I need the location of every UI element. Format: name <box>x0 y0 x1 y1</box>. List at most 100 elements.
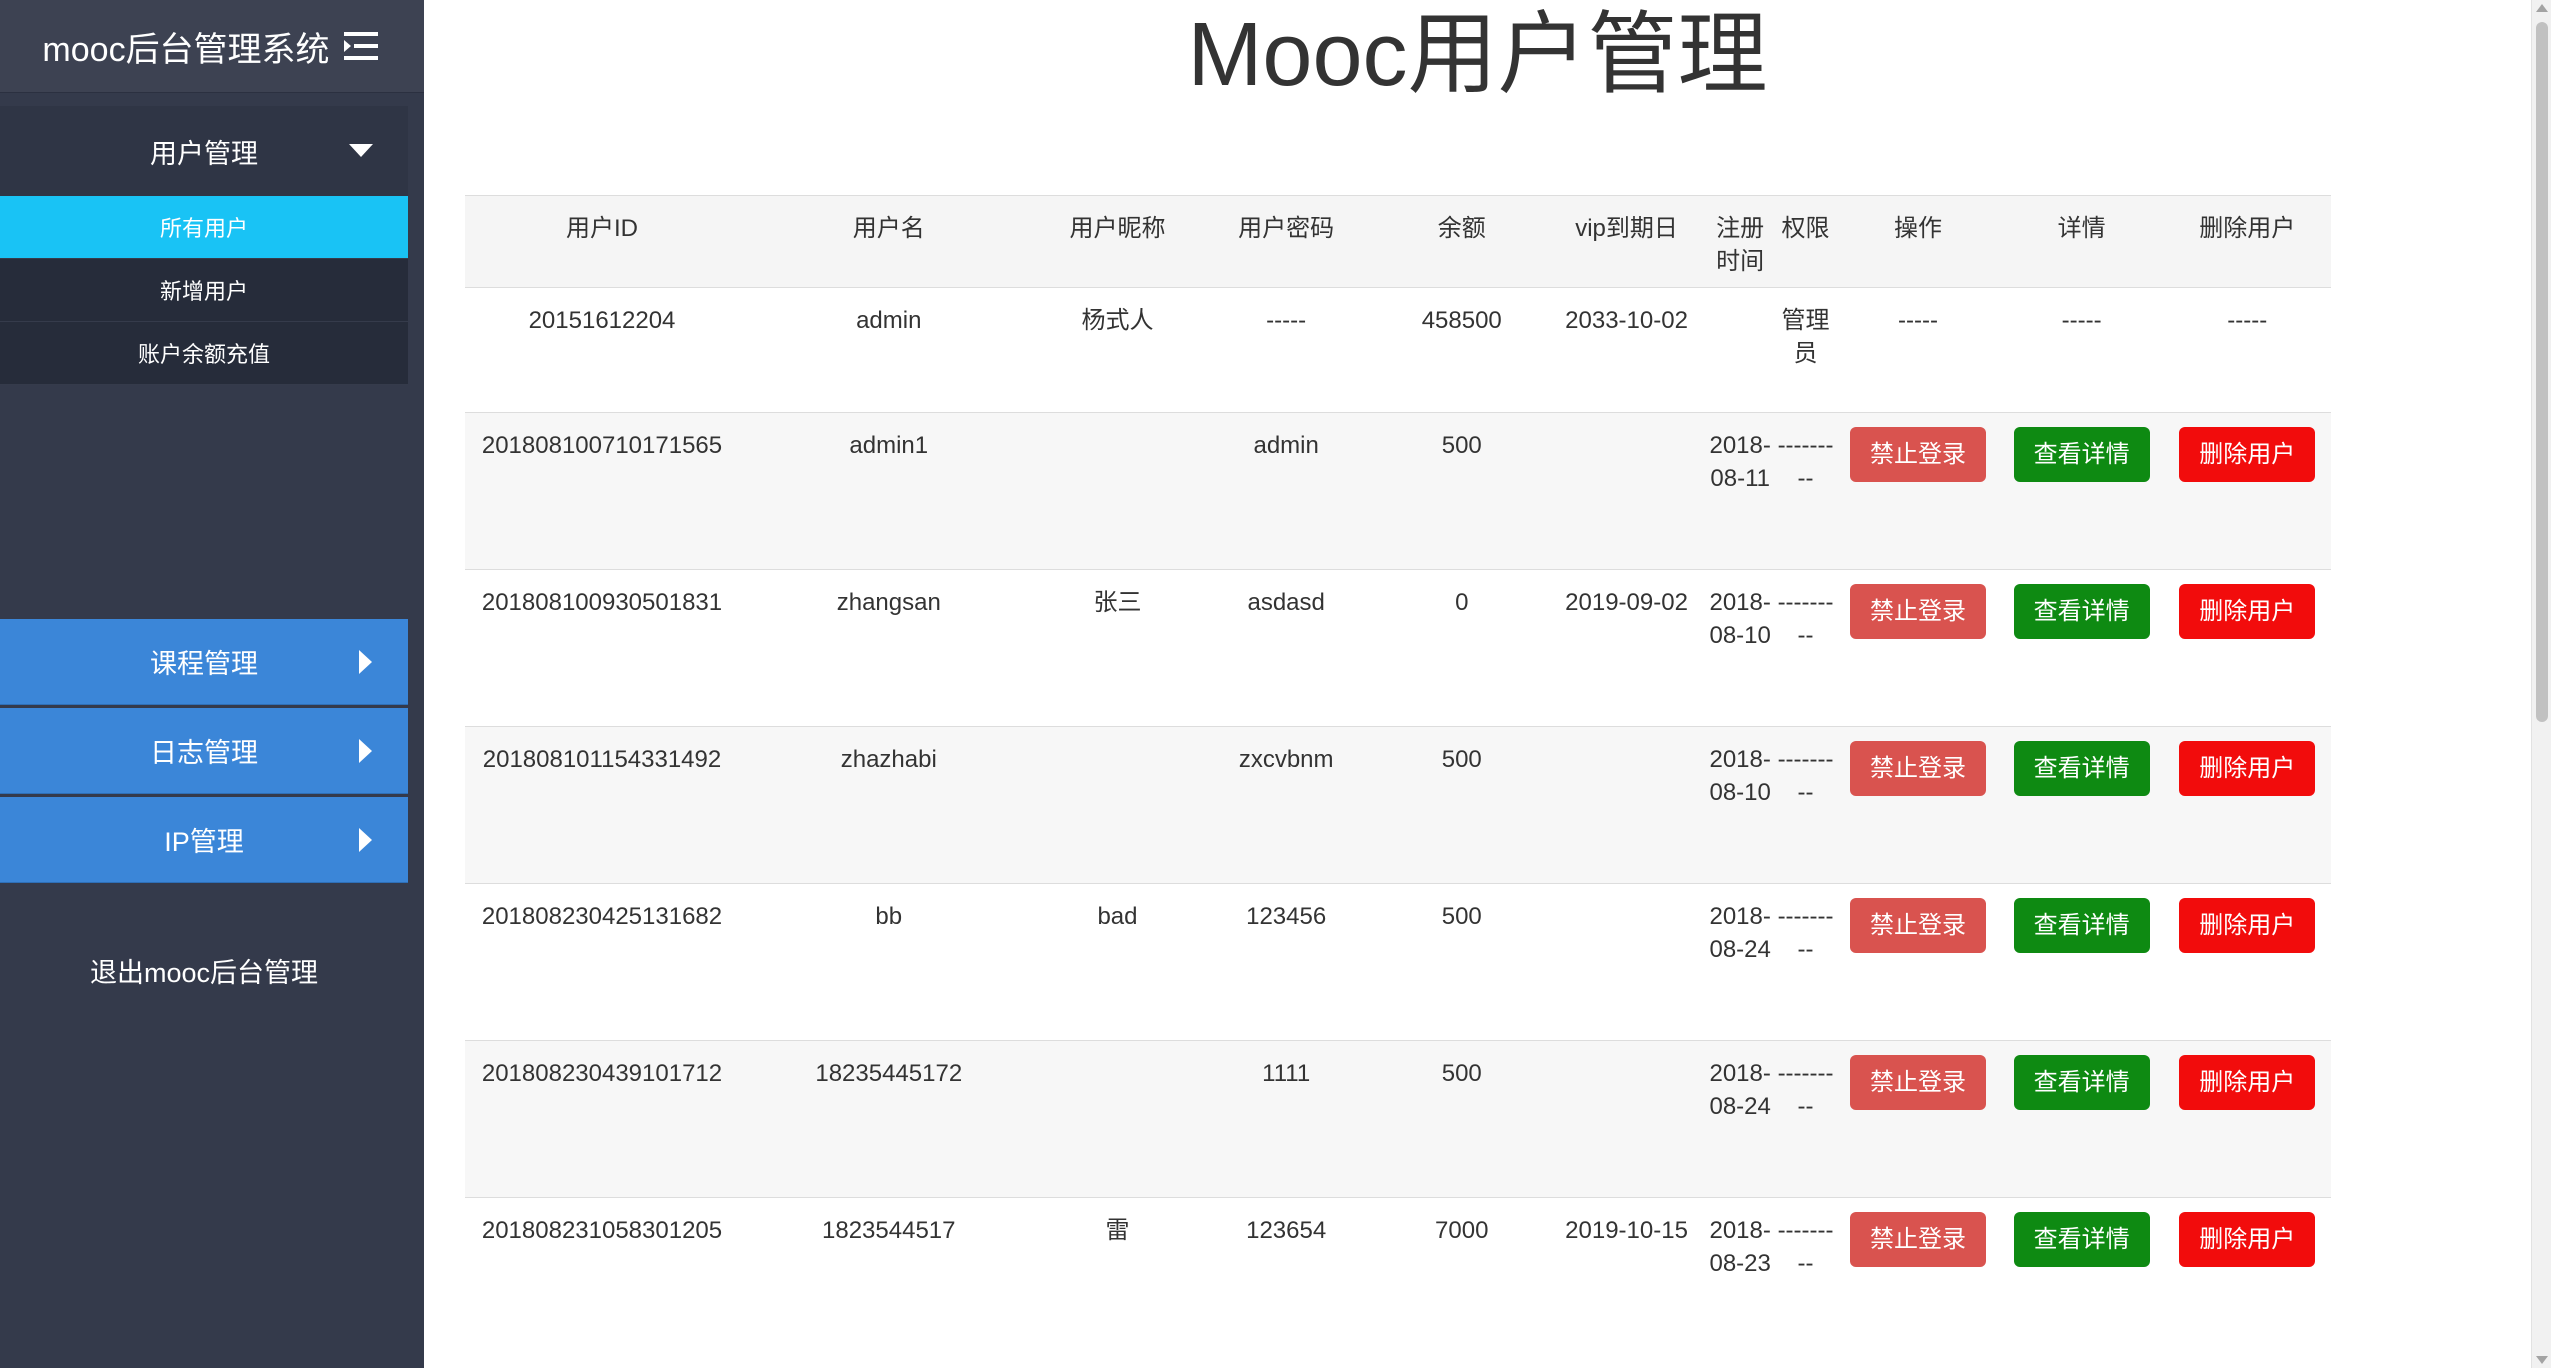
cell-action: 删除用户 <box>2163 412 2331 570</box>
view-detail-button[interactable]: 查看详情 <box>2013 898 2150 953</box>
cell-role: --------- <box>1774 569 1837 727</box>
cell-balance: 0 <box>1375 569 1548 727</box>
table-row: 201808100710171565 admin1 admin 500 2018-08-… <box>465 412 2331 570</box>
cell-register-time: 2018-08-23 <box>1705 1197 1775 1355</box>
cell-action: 查看详情 <box>1999 1040 2164 1198</box>
delete-user-button[interactable]: 删除用户 <box>2179 427 2316 482</box>
cell-action: 删除用户 <box>2163 1040 2331 1198</box>
cell-id: 201808101154331492 <box>465 726 739 884</box>
cell-balance: 7000 <box>1375 1197 1548 1355</box>
caret-right-icon <box>359 827 372 852</box>
cell-username: zhazhabi <box>738 726 1039 884</box>
cell-action: 删除用户 <box>2163 1197 2331 1355</box>
scrollbar-thumb[interactable] <box>2536 22 2548 722</box>
menu-course-management[interactable]: 课程管理 <box>0 619 408 705</box>
cell-vip-expiry <box>1547 883 1706 1041</box>
cell-action: 禁止登录 <box>1836 1197 2000 1355</box>
view-detail-button[interactable]: 查看详情 <box>2013 1055 2150 1110</box>
cell-username: admin1 <box>738 412 1039 570</box>
sidebar-item-recharge[interactable]: 账户余额充值 <box>0 322 408 385</box>
sidebar: mooc后台管理系统 用户管理 所有用户 新增用户 账户余额充值 课程管理 日志… <box>0 0 424 1368</box>
cell-delete: ----- <box>2163 287 2331 413</box>
cell-vip-expiry: 2019-09-02 <box>1547 569 1706 727</box>
cell-action: 删除用户 <box>2163 569 2331 727</box>
menu-log-management[interactable]: 日志管理 <box>0 708 408 794</box>
cell-balance: 500 <box>1375 1040 1548 1198</box>
cell-nickname <box>1038 412 1197 570</box>
ban-login-button[interactable]: 禁止登录 <box>1850 584 1987 639</box>
sidebar-item-add-user-label: 新增用户 <box>159 279 248 304</box>
delete-user-button[interactable]: 删除用户 <box>2179 584 2316 639</box>
table-row: 201808100930501831 zhangsan 张三 asdasd 0 2019-… <box>465 569 2331 727</box>
caret-right-icon <box>359 738 372 763</box>
delete-user-button[interactable]: 删除用户 <box>2179 1055 2316 1110</box>
caret-down-icon <box>349 144 373 157</box>
table-row: 201808230439101712 18235445172 1111 500 2018… <box>465 1040 2331 1198</box>
cell-password: ----- <box>1196 287 1376 413</box>
cell-vip-expiry <box>1547 1040 1706 1198</box>
view-detail-button[interactable]: 查看详情 <box>2013 427 2150 482</box>
vertical-scrollbar[interactable] <box>2531 0 2551 1368</box>
table-row-admin: 20151612204 admin 杨式人 ----- 458500 2033-… <box>465 287 2331 413</box>
col-header-detail: 详情 <box>1999 195 2164 288</box>
cell-vip-expiry <box>1547 726 1706 884</box>
col-header-register-time: 注册时间 <box>1705 195 1775 288</box>
menu-course-management-label: 课程管理 <box>150 649 258 679</box>
sidebar-item-add-user[interactable]: 新增用户 <box>0 259 408 322</box>
cell-role: --------- <box>1774 412 1837 570</box>
menu-ip-management[interactable]: IP管理 <box>0 797 408 883</box>
table-row: 201808230425131682 bb bad 123456 500 2018-08-… <box>465 883 2331 1041</box>
ban-login-button[interactable]: 禁止登录 <box>1850 898 1987 953</box>
cell-register-time: 2018-08-24 <box>1705 1040 1775 1198</box>
cell-action: 禁止登录 <box>1836 1040 2000 1198</box>
scroll-up-arrow-icon[interactable] <box>2536 4 2548 12</box>
col-header-operation: 操作 <box>1836 195 2000 288</box>
cell-action: 查看详情 <box>1999 412 2164 570</box>
view-detail-button[interactable]: 查看详情 <box>2013 1212 2150 1267</box>
delete-user-button[interactable]: 删除用户 <box>2179 741 2316 796</box>
menu-ip-management-label: IP管理 <box>164 827 244 857</box>
menu-user-management-label: 用户管理 <box>150 138 258 169</box>
cell-action: 禁止登录 <box>1836 883 2000 1041</box>
logout-label: 退出mooc后台管理 <box>89 957 319 988</box>
cell-nickname <box>1038 726 1197 884</box>
cell-vip-expiry <box>1547 412 1706 570</box>
cell-register-time: 2018-08-11 <box>1705 412 1775 570</box>
cell-vip-expiry: 2033-10-02 <box>1547 287 1706 413</box>
cell-id: 201808100930501831 <box>465 569 739 727</box>
cell-balance: 500 <box>1375 412 1548 570</box>
scroll-down-arrow-icon[interactable] <box>2536 1356 2548 1364</box>
cell-role: --------- <box>1774 1197 1837 1355</box>
delete-user-button[interactable]: 删除用户 <box>2179 1212 2316 1267</box>
cell-id: 201808231058301205 <box>465 1197 739 1355</box>
sidebar-item-all-users[interactable]: 所有用户 <box>0 196 408 259</box>
cell-balance: 500 <box>1375 726 1548 884</box>
table-header-row: 用户ID 用户名 用户昵称 用户密码 余额 vip到期日 注册时间 权限 操作 … <box>465 195 2331 288</box>
cell-username: 1823544517 <box>738 1197 1039 1355</box>
cell-detail: ----- <box>1999 287 2164 413</box>
col-header-id: 用户ID <box>465 195 739 288</box>
cell-password: 123456 <box>1196 883 1376 1041</box>
view-detail-button[interactable]: 查看详情 <box>2013 584 2150 639</box>
ban-login-button[interactable]: 禁止登录 <box>1850 1212 1987 1267</box>
sidebar-item-recharge-label: 账户余额充值 <box>137 342 270 367</box>
cell-register-time: 2018-08-10 <box>1705 569 1775 727</box>
ban-login-button[interactable]: 禁止登录 <box>1850 741 1987 796</box>
cell-balance: 458500 <box>1375 287 1548 413</box>
col-header-balance: 余额 <box>1375 195 1548 288</box>
delete-user-button[interactable]: 删除用户 <box>2179 898 2316 953</box>
cell-action: 查看详情 <box>1999 569 2164 727</box>
menu-user-management[interactable]: 用户管理 <box>0 106 408 196</box>
view-detail-button[interactable]: 查看详情 <box>2013 741 2150 796</box>
cell-username: admin <box>738 287 1039 413</box>
ban-login-button[interactable]: 禁止登录 <box>1850 427 1987 482</box>
menu-log-management-label: 日志管理 <box>150 738 258 768</box>
ban-login-button[interactable]: 禁止登录 <box>1850 1055 1987 1110</box>
cell-username: bb <box>738 883 1039 1041</box>
cell-role: 管理员 <box>1774 287 1837 413</box>
logout-link[interactable]: 退出mooc后台管理 <box>0 940 408 1000</box>
page-title: Mooc用户管理 <box>1187 5 1768 105</box>
cell-role: --------- <box>1774 1040 1837 1198</box>
cell-role: --------- <box>1774 883 1837 1041</box>
menu-toggle-icon[interactable] <box>340 26 382 66</box>
